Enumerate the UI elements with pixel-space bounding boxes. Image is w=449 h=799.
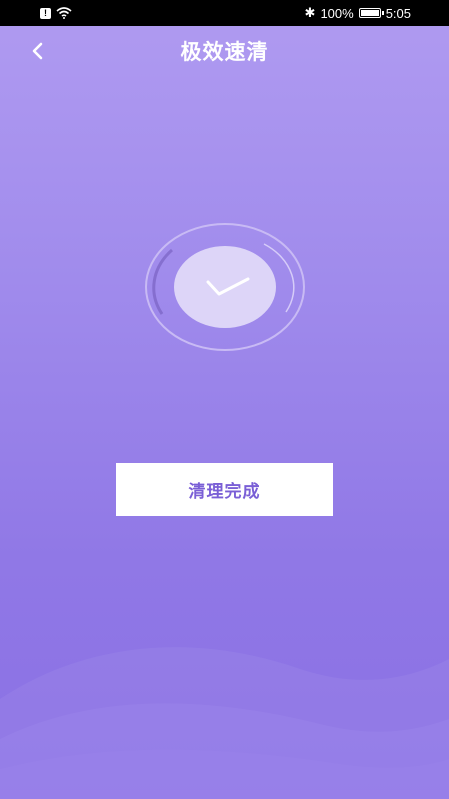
status-right: ✱ 100% 5:05 xyxy=(305,5,411,21)
back-button[interactable] xyxy=(22,36,52,66)
check-icon xyxy=(145,223,305,351)
chevron-left-icon xyxy=(32,42,43,60)
bluetooth-icon: ✱ xyxy=(304,5,316,20)
page-title: 极效速清 xyxy=(180,40,269,64)
clock: 5:05 xyxy=(385,5,411,21)
wifi-icon xyxy=(56,7,72,19)
cleanup-done-button[interactable]: 清理完成 xyxy=(116,463,333,516)
header: 极效速清 xyxy=(0,26,449,76)
battery-icon xyxy=(358,8,384,18)
status-left: ! xyxy=(40,7,72,19)
wave-decoration xyxy=(0,647,449,799)
battery-percent: 100% xyxy=(320,5,354,21)
status-bar: ! ✱ 100% 5:05 xyxy=(0,0,449,26)
sim-alert-icon: ! xyxy=(40,7,51,19)
